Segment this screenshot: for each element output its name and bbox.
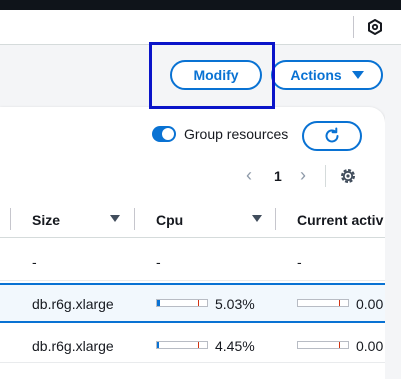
modify-button[interactable]: Modify bbox=[170, 60, 262, 90]
settings-hexagon-icon[interactable] bbox=[367, 19, 383, 35]
column-divider[interactable] bbox=[10, 208, 11, 230]
refresh-icon bbox=[325, 127, 339, 143]
current-activity-bar bbox=[297, 341, 349, 349]
current-page-number[interactable]: 1 bbox=[274, 168, 282, 184]
cpu-value: 5.03% bbox=[215, 296, 255, 312]
pagination-divider bbox=[325, 165, 326, 187]
cpu-usage-bar bbox=[156, 299, 208, 307]
refresh-button[interactable] bbox=[302, 121, 362, 151]
table-row[interactable] bbox=[0, 243, 385, 281]
header-divider bbox=[353, 16, 354, 38]
column-header-size[interactable]: Size bbox=[32, 212, 60, 228]
column-header-cpu[interactable]: Cpu bbox=[156, 212, 183, 228]
column-divider[interactable] bbox=[275, 208, 276, 230]
current-activity-value: 0.00 bbox=[356, 338, 384, 354]
actions-button-label: Actions bbox=[290, 67, 342, 83]
table-settings-gear-icon[interactable] bbox=[338, 166, 358, 186]
sort-down-icon[interactable] bbox=[110, 215, 120, 222]
group-resources-label: Group resources bbox=[184, 126, 289, 142]
top-navigation-bar bbox=[0, 0, 401, 10]
current-activity-value: 0.00 bbox=[356, 296, 384, 312]
next-page-icon[interactable]: › bbox=[300, 165, 306, 186]
size-cell: - bbox=[32, 254, 37, 270]
page-scroll-gutter bbox=[385, 107, 401, 379]
actions-button[interactable]: Actions bbox=[271, 60, 383, 90]
column-header-current-activity[interactable]: Current activ bbox=[297, 212, 383, 228]
size-cell: db.r6g.xlarge bbox=[32, 338, 114, 354]
modify-button-label: Modify bbox=[193, 67, 239, 83]
cpu-value: 4.45% bbox=[215, 338, 255, 354]
sort-down-icon[interactable] bbox=[252, 215, 262, 222]
column-divider[interactable] bbox=[134, 208, 135, 230]
group-resources-toggle[interactable] bbox=[152, 126, 176, 142]
size-cell: db.r6g.xlarge bbox=[32, 296, 114, 312]
cpu-cell: - bbox=[156, 254, 161, 270]
previous-page-icon[interactable]: ‹ bbox=[246, 165, 252, 186]
secondary-header bbox=[0, 10, 401, 45]
cpu-usage-bar bbox=[156, 341, 208, 349]
caret-down-icon bbox=[351, 71, 364, 79]
current-activity-cell: - bbox=[297, 254, 302, 270]
current-activity-bar bbox=[297, 299, 349, 307]
